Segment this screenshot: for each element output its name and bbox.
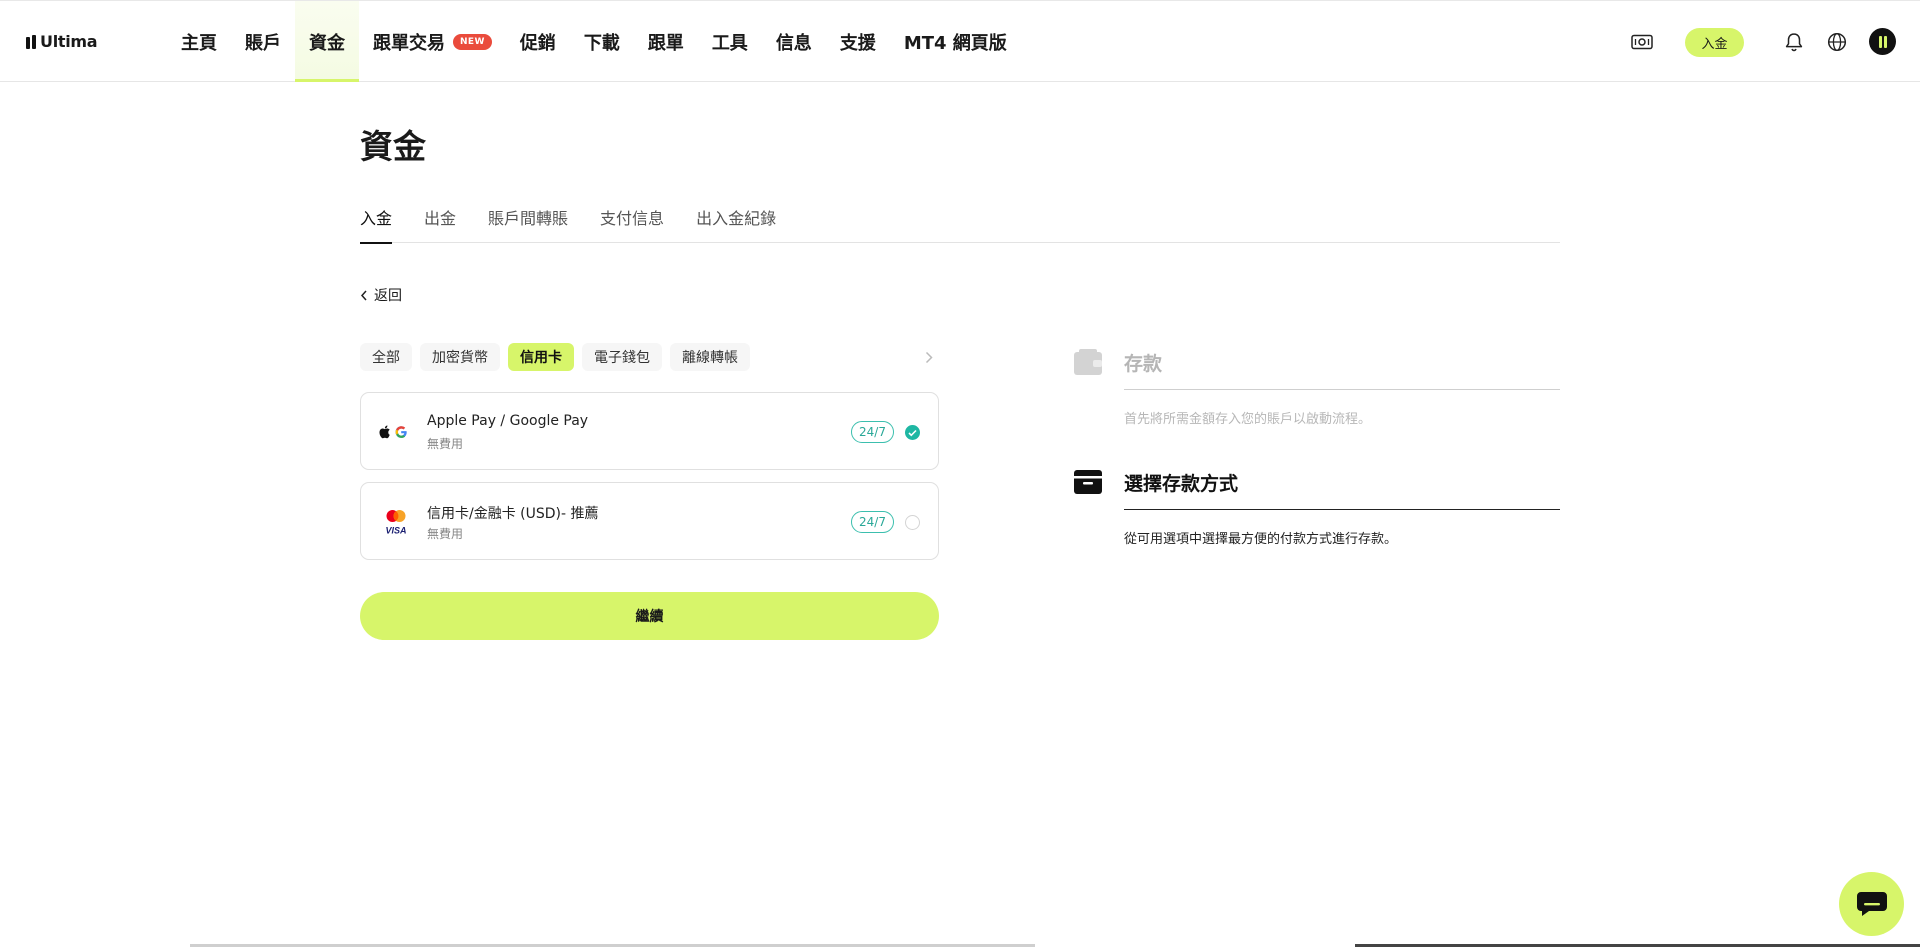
nav-item-label: 資金 bbox=[309, 32, 345, 54]
nav-item-label: 跟單交易 bbox=[373, 32, 445, 54]
nav-item-label: MT4 網頁版 bbox=[903, 32, 1007, 54]
new-badge: NEW bbox=[453, 33, 492, 50]
nav-item-info[interactable]: 信息 bbox=[762, 1, 826, 82]
user-avatar[interactable] bbox=[1869, 28, 1896, 55]
payment-method-apple-google-pay[interactable]: Apple Pay / Google Pay 無費用 24/7 bbox=[360, 392, 939, 470]
tab-deposit[interactable]: 入金 bbox=[360, 200, 393, 244]
availability-badge: 24/7 bbox=[851, 511, 894, 533]
nav-item-accounts[interactable]: 賬戶 bbox=[231, 1, 295, 82]
nav-item-label: 下載 bbox=[583, 32, 620, 54]
nav-item-label: 賬戶 bbox=[245, 32, 281, 54]
tab-history[interactable]: 出入金紀錄 bbox=[696, 200, 776, 243]
page-title: 資金 bbox=[360, 127, 426, 166]
nav-item-label: 主頁 bbox=[181, 32, 217, 54]
chat-button[interactable] bbox=[1839, 872, 1904, 936]
method-name: 信用卡/金融卡 (USD)- 推薦 bbox=[427, 506, 599, 522]
svg-text:VISA: VISA bbox=[385, 526, 406, 536]
step-divider bbox=[1124, 389, 1560, 390]
method-filters: 全部 加密貨幣 信用卡 電子錢包 離線轉帳 bbox=[360, 343, 939, 371]
method-fee: 無費用 bbox=[427, 437, 464, 451]
method-name: Apple Pay / Google Pay bbox=[427, 413, 589, 429]
bell-icon[interactable] bbox=[1783, 31, 1805, 53]
ultima-logo[interactable]: Ultima bbox=[26, 32, 98, 51]
header-deposit-button[interactable]: 入金 bbox=[1685, 28, 1744, 57]
tab-withdraw[interactable]: 出金 bbox=[424, 200, 456, 243]
cash-icon[interactable] bbox=[1631, 31, 1653, 53]
method-fee: 無費用 bbox=[427, 527, 464, 541]
tab-payment-info[interactable]: 支付信息 bbox=[600, 200, 664, 243]
step-title-deposit: 存款 bbox=[1124, 353, 1163, 375]
main-nav: 主頁 賬戶 資金 跟單交易 NEW 促銷 下載 跟單 工具 信息 支援 MT4 網… bbox=[167, 1, 1021, 82]
filter-credit-card[interactable]: 信用卡 bbox=[508, 343, 574, 371]
nav-item-label: 促銷 bbox=[519, 32, 556, 54]
nav-item-follow[interactable]: 跟單 bbox=[634, 1, 698, 82]
step-title-select-method: 選擇存款方式 bbox=[1124, 473, 1239, 495]
globe-icon[interactable] bbox=[1826, 31, 1848, 53]
nav-item-promotions[interactable]: 促銷 bbox=[506, 1, 570, 82]
continue-button[interactable]: 繼續 bbox=[360, 592, 939, 640]
filter-crypto[interactable]: 加密貨幣 bbox=[420, 343, 500, 371]
nav-item-mt4-web[interactable]: MT4 網頁版 bbox=[890, 1, 1021, 82]
back-label: 返回 bbox=[374, 288, 402, 304]
nav-item-copy-trading[interactable]: 跟單交易 NEW bbox=[359, 1, 506, 82]
chevron-left-icon bbox=[360, 290, 367, 300]
nav-item-label: 信息 bbox=[775, 32, 812, 54]
step-desc-select-method: 從可用選項中選擇最方便的付款方式進行存款。 bbox=[1124, 532, 1398, 547]
apple-google-pay-icon bbox=[379, 417, 413, 447]
nav-item-label: 工具 bbox=[711, 32, 748, 54]
funds-tabs: 入金 出金 賬戶間轉賬 支付信息 出入金紀錄 bbox=[360, 200, 1560, 244]
wallet-icon bbox=[1073, 348, 1103, 378]
step-desc-deposit: 首先將所需金額存入您的賬戶以啟動流程。 bbox=[1124, 412, 1372, 427]
payment-method-credit-card[interactable]: VISA 信用卡/金融卡 (USD)- 推薦 無費用 24/7 bbox=[360, 482, 939, 560]
filter-all[interactable]: 全部 bbox=[360, 343, 412, 371]
nav-item-tools[interactable]: 工具 bbox=[698, 1, 762, 82]
nav-item-label: 支援 bbox=[839, 32, 876, 54]
nav-item-funds[interactable]: 資金 bbox=[295, 1, 359, 82]
brand-name: Ultima bbox=[40, 32, 98, 51]
mastercard-visa-icon: VISA bbox=[379, 507, 413, 537]
method-radio[interactable] bbox=[905, 515, 920, 530]
chevron-right-icon[interactable] bbox=[919, 347, 939, 367]
availability-badge: 24/7 bbox=[851, 421, 894, 443]
card-box-icon bbox=[1073, 467, 1103, 497]
ultima-logo-icon bbox=[26, 34, 36, 49]
filter-offline-transfer[interactable]: 離線轉帳 bbox=[670, 343, 750, 371]
step-divider bbox=[1124, 509, 1560, 510]
method-radio-selected[interactable] bbox=[905, 425, 920, 440]
tab-internal-transfer[interactable]: 賬戶間轉賬 bbox=[488, 200, 568, 243]
top-navbar: Ultima 主頁 賬戶 資金 跟單交易 NEW 促銷 下載 跟單 工具 信息 支… bbox=[0, 0, 1920, 82]
nav-item-label: 跟單 bbox=[647, 32, 684, 54]
filter-ewallet[interactable]: 電子錢包 bbox=[582, 343, 662, 371]
nav-item-home[interactable]: 主頁 bbox=[167, 1, 231, 82]
chat-icon bbox=[1856, 892, 1887, 916]
check-icon bbox=[908, 429, 917, 436]
nav-item-downloads[interactable]: 下載 bbox=[570, 1, 634, 82]
nav-item-support[interactable]: 支援 bbox=[826, 1, 890, 82]
back-link[interactable]: 返回 bbox=[360, 285, 402, 305]
